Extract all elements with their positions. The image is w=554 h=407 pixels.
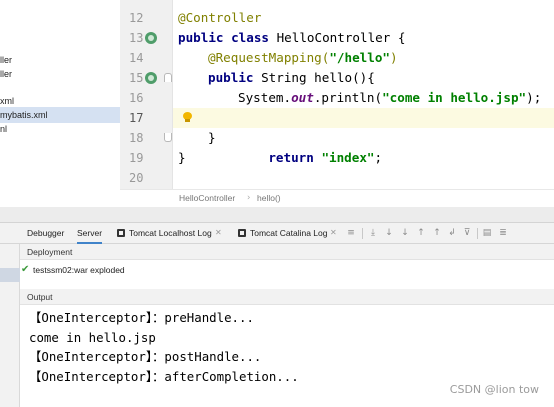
intention-bulb-icon[interactable] (183, 112, 192, 123)
console-line: 【OneInterceptor】：postHandle... (29, 349, 262, 364)
run-toolbar-left (0, 223, 20, 407)
line-number: 18 (120, 128, 173, 148)
line-number: 12 (129, 11, 144, 25)
panel-divider[interactable] (0, 207, 554, 223)
watermark: CSDN @lion tow (449, 383, 539, 396)
code-line: System.out.println("come in hello.jsp"); (238, 90, 542, 105)
soft-wrap-icon[interactable]: ↲ (447, 227, 457, 239)
editor-gutter: 12 13 14 15 16 17 18 19 20 (120, 0, 173, 189)
line-number: 17 (129, 111, 144, 125)
fold-toggle-icon[interactable] (164, 133, 172, 142)
download-icon[interactable]: ↓ (384, 227, 394, 239)
check-icon: ✔ (21, 264, 30, 275)
settings-icon[interactable]: ≣ (498, 227, 508, 239)
upload-icon[interactable]: ↑ (416, 227, 426, 239)
breadcrumb-separator: › (247, 193, 251, 203)
code-line: public class HelloController { (178, 30, 406, 45)
run-tab-bar: Debugger Server Tomcat Localhost Log ✕ T… (0, 223, 554, 244)
line-number: 13 (120, 28, 173, 48)
left-selection-indicator (0, 268, 20, 282)
tab-tomcat-localhost-log[interactable]: Tomcat Localhost Log (129, 223, 212, 243)
code-editor[interactable]: @Controller public class HelloController… (173, 0, 554, 189)
project-tree: ller ller xml mybatis.xml nl (0, 0, 120, 198)
spring-bean-icon[interactable] (145, 32, 157, 44)
request-mapping-icon[interactable] (145, 72, 157, 84)
tree-item-selected[interactable]: mybatis.xml (0, 107, 120, 123)
code-line: public String hello(){ (208, 70, 375, 85)
scroll-to-end-icon[interactable]: ⤓ (368, 227, 378, 239)
tomcat-icon (238, 229, 246, 237)
menu-icon[interactable]: ≡ (346, 227, 356, 239)
breadcrumb-item[interactable]: hello() (257, 190, 281, 207)
console-line: come in hello.jsp (29, 330, 156, 345)
deployment-item[interactable]: ✔ testssm02:war exploded (20, 261, 554, 279)
close-icon[interactable]: ✕ (330, 223, 337, 243)
console-line: 【OneInterceptor】：afterCompletion... (29, 369, 299, 384)
code-line: @Controller (178, 10, 262, 25)
close-icon[interactable]: ✕ (215, 223, 222, 243)
tree-item[interactable]: nl (0, 121, 7, 137)
breadcrumb: HelloController › hello() (120, 189, 554, 207)
code-line: } (208, 130, 216, 145)
tab-debugger[interactable]: Debugger (27, 223, 64, 243)
line-number: 19 (129, 151, 144, 165)
artifact-label: testssm02:war exploded (33, 265, 125, 275)
line-number: 15 (120, 68, 173, 88)
download-icon[interactable]: ↓ (400, 227, 410, 239)
deployment-header: Deployment (20, 244, 554, 260)
breadcrumb-item[interactable]: HelloController (179, 190, 235, 207)
fold-toggle-icon[interactable] (164, 73, 172, 82)
upload-icon[interactable]: ↑ (432, 227, 442, 239)
line-number: 16 (129, 91, 144, 105)
console-line: 【OneInterceptor】：preHandle... (29, 310, 254, 325)
code-line: @RequestMapping("/hello") (208, 50, 398, 65)
tomcat-icon (117, 229, 125, 237)
filter-icon[interactable]: ⊽ (462, 227, 472, 239)
line-number: 14 (129, 51, 144, 65)
tab-tomcat-catalina-log[interactable]: Tomcat Catalina Log (250, 223, 328, 243)
print-icon[interactable]: ▤ (482, 227, 492, 239)
code-line: } (178, 150, 186, 165)
tree-item[interactable]: ller (0, 66, 12, 82)
line-number: 20 (129, 171, 144, 185)
code-line-current: return "index"; (173, 108, 554, 165)
output-header: Output (20, 289, 554, 305)
tab-server[interactable]: Server (77, 223, 103, 244)
